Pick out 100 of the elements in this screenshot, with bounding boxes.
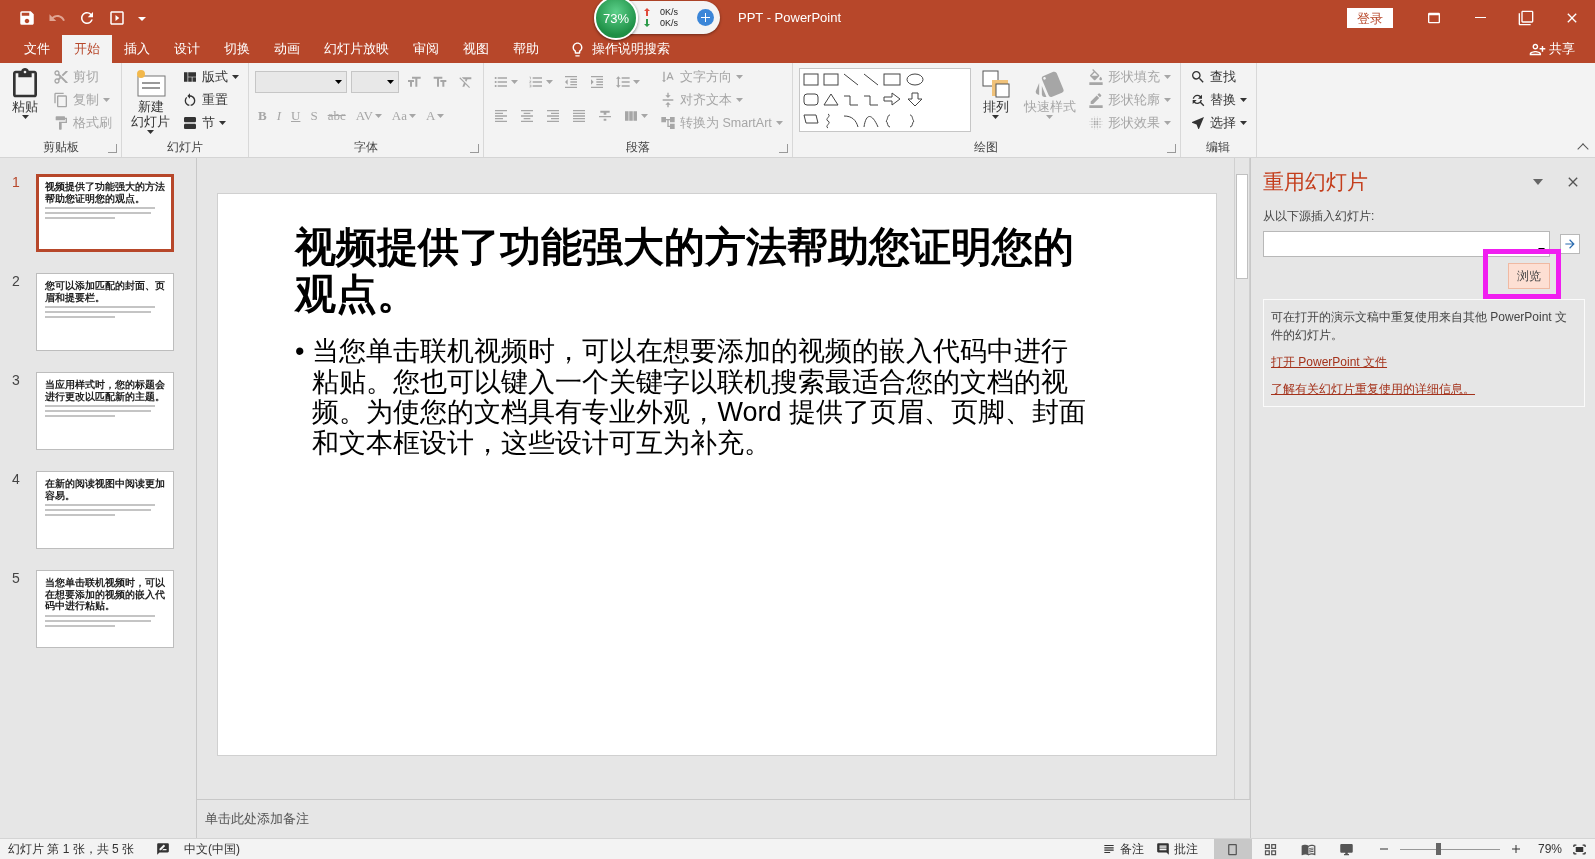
clear-format-icon (458, 74, 474, 90)
new-slide-icon (134, 68, 167, 100)
reset-button[interactable]: 重置 (179, 89, 242, 111)
scissors-icon (53, 69, 69, 85)
comment-icon (1155, 842, 1170, 856)
text-direction-icon (660, 69, 676, 85)
comments-button[interactable]: 批注 (1149, 840, 1204, 858)
section-button[interactable]: 节 (179, 112, 242, 134)
browse-button[interactable]: 浏览 (1508, 263, 1550, 289)
slide-thumbnail[interactable]: 您可以添加匹配的封面、页眉和提要栏。 (36, 273, 174, 351)
dialog-launcher-icon[interactable] (108, 144, 117, 153)
dialog-launcher-icon[interactable] (1166, 144, 1176, 153)
ribbon-tab[interactable]: 文件 (12, 35, 62, 63)
slide-title: 视频提供了功能强大的方法帮助您证明您的观点。 (295, 224, 1075, 319)
ribbon-tab[interactable]: 开始 (62, 35, 112, 63)
group-title: 段落 (625, 138, 650, 156)
shapes-gallery[interactable] (798, 68, 971, 132)
smartart-icon (660, 115, 676, 131)
group-title: 编辑 (1206, 138, 1231, 156)
help-link[interactable]: 打开 PowerPoint 文件 (1271, 354, 1578, 371)
layout-icon (182, 69, 198, 85)
go-button[interactable] (1560, 234, 1580, 254)
caret-icon (335, 80, 342, 84)
align-text-icon (660, 92, 676, 108)
cursor-icon (1189, 115, 1206, 131)
slideshow-icon (108, 8, 126, 27)
ribbon-tab[interactable]: 视图 (451, 35, 501, 63)
vertical-scrollbar[interactable] (1234, 158, 1250, 799)
slideshow-icon (1339, 841, 1355, 857)
slide-body-text: 当您单击联机视频时，可以在想要添加的视频的嵌入代码中进行粘贴。您也可以键入一个关键字以联机搜索最适合您的文档的视频。为使您的文档具有专业外观，Word 提供了页眉、页脚、封面和文本框设计，这些设计可互为补充。 (312, 336, 1087, 459)
upload-arrow-icon (644, 8, 650, 16)
zoom-level[interactable]: 79% (1537, 842, 1562, 856)
thumbnail-title: 当应用样式时，您的标题会进行更改以匹配新的主题。 (45, 379, 165, 402)
normal-view-button[interactable] (1213, 839, 1252, 859)
sign-in-button[interactable]: 登录 (1347, 7, 1393, 28)
slide-number: 2 (11, 273, 21, 289)
replace-button[interactable]: 替换 (1186, 89, 1250, 111)
thumbnail-title: 视频提供了功能强大的方法帮助您证明您的观点。 (45, 181, 165, 204)
group-title: 字体 (354, 138, 378, 156)
thumbnail-title: 当您单击联机视频时，可以在想要添加的视频的嵌入代码中进行粘贴。 (45, 577, 165, 612)
grow-font-icon (406, 74, 422, 90)
minimize-icon (1474, 17, 1486, 18)
arrange-icon (979, 68, 1012, 100)
share-button[interactable]: 共享 (1523, 35, 1581, 63)
ribbon-tab[interactable]: 设计 (162, 35, 212, 63)
arrange-button[interactable]: 排列 (976, 66, 1015, 136)
numbering-icon (528, 74, 544, 90)
spelling-icon[interactable] (156, 842, 171, 856)
copy-icon (53, 92, 69, 108)
language-label: 中文(中国) (184, 840, 241, 858)
download-arrow-icon (644, 19, 650, 27)
scrollbar-thumb[interactable] (1236, 174, 1248, 279)
paste-button[interactable]: 粘贴 (6, 66, 44, 136)
layout-button[interactable]: 版式 (179, 66, 242, 88)
window-title: PPT - PowerPoint (738, 10, 842, 25)
plus-icon[interactable] (697, 9, 714, 26)
shrink-font-icon (432, 74, 448, 90)
ribbon-tab[interactable]: 审阅 (401, 35, 451, 63)
pencil-icon (1087, 92, 1104, 108)
dialog-launcher-icon[interactable] (778, 144, 788, 153)
notes-button[interactable]: 备注 (1095, 840, 1150, 858)
slide-thumbnail[interactable]: 视频提供了功能强大的方法帮助您证明您的观点。 (36, 174, 174, 252)
ribbon-tab[interactable]: 幻灯片放映 (312, 35, 401, 63)
ribbon-tab[interactable]: 帮助 (501, 35, 551, 63)
source-combo-field[interactable] (1263, 231, 1550, 257)
paint-bucket-icon (1087, 69, 1104, 85)
start-show-button[interactable] (108, 8, 126, 27)
dialog-launcher-icon[interactable] (470, 144, 479, 153)
slide-thumbnail[interactable]: 当您单击联机视频时，可以在想要添加的视频的嵌入代码中进行粘贴。 (36, 570, 174, 648)
new-slide-button[interactable]: 新建 幻灯片 (128, 66, 173, 136)
pane-title: 重用幻灯片 (1263, 169, 1369, 195)
slide-number: 5 (11, 570, 21, 586)
increase-indent-icon (589, 74, 605, 90)
slide-canvas[interactable]: 视频提供了功能强大的方法帮助您证明您的观点。 • 当您单击联机视频时，可以在想要添加的视频的嵌入代码中进行粘贴。您也可以键入一个关键字以联机搜索最适合您的文档的视频。为使您的文档具有专业外观，Word 提供了页眉、页脚、封面和文本框设计，这些设计可互为补充。 (217, 193, 1217, 756)
paintbrush-icon (53, 115, 69, 131)
align-left-icon (493, 108, 509, 124)
slide-thumbnail[interactable]: 当应用样式时，您的标题会进行更改以匹配新的主题。 (36, 372, 174, 450)
save-icon (18, 8, 36, 27)
ribbon-tab[interactable]: 动画 (262, 35, 312, 63)
slide-number: 4 (11, 471, 21, 487)
zoom-slider-thumb[interactable] (1435, 843, 1441, 855)
ribbon-tab[interactable]: 切换 (212, 35, 262, 63)
group-title: 剪贴板 (42, 138, 79, 156)
customize-button[interactable] (138, 14, 146, 21)
line-spacing-icon (615, 74, 631, 90)
slide-thumbnail[interactable]: 在新的阅读视图中阅读更加容易。 (36, 471, 174, 549)
select-button[interactable]: 选择 (1186, 112, 1250, 134)
find-button[interactable]: 查找 (1186, 66, 1250, 88)
reset-icon (182, 92, 198, 108)
slide-number: 1 (11, 174, 21, 190)
ribbon-tab[interactable]: 插入 (112, 35, 162, 63)
decrease-indent-icon (563, 74, 579, 90)
save-button[interactable] (18, 8, 36, 27)
help-link[interactable]: 了解有关幻灯片重复使用的详细信息。 (1271, 381, 1578, 398)
slide-sorter-icon (1263, 841, 1279, 857)
notes-icon (1101, 842, 1116, 856)
source-label: 从以下源插入幻灯片: (1263, 208, 1376, 225)
info-text: 可在打开的演示文稿中重复使用来自其他 PowerPoint 文件的幻灯片。 (1271, 309, 1569, 344)
caret-icon (138, 14, 146, 21)
arrow-right-icon (1563, 237, 1577, 251)
